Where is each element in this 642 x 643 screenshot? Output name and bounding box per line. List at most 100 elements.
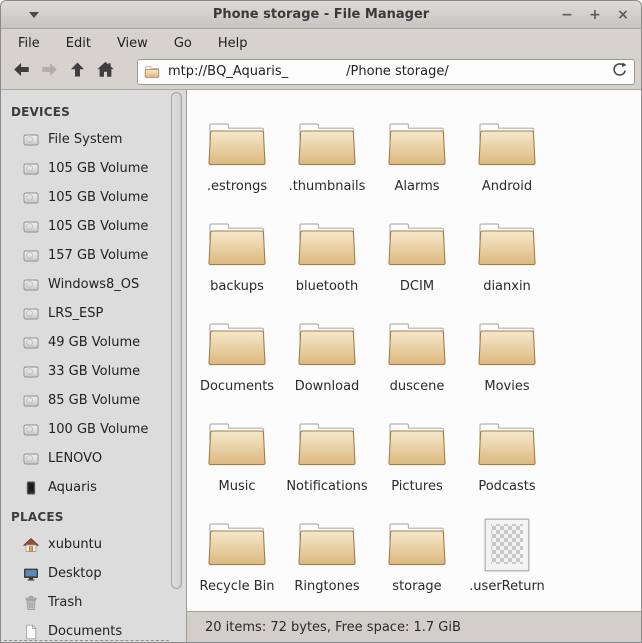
folder-icon (385, 214, 449, 272)
close-button[interactable]: × (615, 1, 631, 29)
drive-icon (23, 335, 39, 351)
file-item-backups[interactable]: backups (192, 214, 282, 314)
window-controls: − + × (559, 1, 631, 29)
file-item-music[interactable]: Music (192, 414, 282, 514)
phone-icon (23, 480, 39, 496)
file-item-label: duscene (390, 379, 445, 394)
sidebar-item-windows8-os[interactable]: Windows8_OS (1, 270, 186, 299)
sidebar-item-aquaris[interactable]: Aquaris (1, 473, 186, 502)
sidebar-item-105-gb-volume[interactable]: 105 GB Volume (1, 183, 186, 212)
file-icon (23, 624, 39, 640)
path-prefix: mtp://BQ_Aquaris_ (168, 64, 288, 79)
window-menu-icon[interactable] (29, 12, 39, 18)
sidebar-item-trash[interactable]: Trash (1, 588, 186, 617)
file-item-thumbnails[interactable]: .thumbnails (282, 114, 372, 214)
file-item-label: Notifications (286, 479, 367, 494)
sidebar-item-lenovo[interactable]: LENOVO (1, 444, 186, 473)
menubar: FileEditViewGoHelp (1, 29, 641, 57)
drive-icon (23, 364, 39, 380)
drive-icon (23, 190, 39, 206)
sidebar-item-85-gb-volume[interactable]: 85 GB Volume (1, 386, 186, 415)
file-item-recycle-bin[interactable]: Recycle Bin (192, 514, 282, 611)
folder-icon (295, 214, 359, 272)
sidebar-item-33-gb-volume[interactable]: 33 GB Volume (1, 357, 186, 386)
drive-icon (23, 219, 39, 235)
file-item-android[interactable]: Android (462, 114, 552, 214)
sidebar-item-label: Aquaris (48, 480, 97, 495)
back-button[interactable] (7, 59, 35, 85)
main-column: .estrongs .thumbnails Alarms Android backups… (187, 90, 641, 642)
folder-icon (475, 314, 539, 372)
menu-edit[interactable]: Edit (53, 32, 104, 55)
file-item-documents[interactable]: Documents (192, 314, 282, 414)
back-arrow-icon (12, 60, 31, 83)
file-item-label: .estrongs (207, 179, 267, 194)
sidebar-item-49-gb-volume[interactable]: 49 GB Volume (1, 328, 186, 357)
file-item-label: Alarms (394, 179, 439, 194)
sidebar-scrollbar[interactable] (171, 92, 182, 589)
sidebar-item-lrs-esp[interactable]: LRS_ESP (1, 299, 186, 328)
folder-icon (385, 114, 449, 172)
file-item-alarms[interactable]: Alarms (372, 114, 462, 214)
file-item-label: bluetooth (296, 279, 358, 294)
drive-icon (23, 393, 39, 409)
drive-icon (23, 277, 39, 293)
sidebar-item-xubuntu[interactable]: xubuntu (1, 530, 186, 559)
file-item-label: Ringtones (294, 579, 359, 594)
maximize-button[interactable]: + (587, 1, 603, 29)
sidebar-item-file-system[interactable]: File System (1, 125, 186, 154)
menu-help[interactable]: Help (205, 32, 261, 55)
minimize-button[interactable]: − (559, 1, 575, 29)
file-item-estrongs[interactable]: .estrongs (192, 114, 282, 214)
sidebar-item-label: 105 GB Volume (48, 219, 148, 234)
sidebar-item-label: Desktop (48, 566, 102, 581)
menu-view[interactable]: View (104, 32, 161, 55)
sidebar-section-places: PLACES (1, 502, 186, 530)
reload-button[interactable] (611, 61, 628, 82)
sidebar-item-label: 85 GB Volume (48, 393, 140, 408)
file-item-storage[interactable]: storage (372, 514, 462, 611)
sidebar-item-desktop[interactable]: Desktop (1, 559, 186, 588)
file-item-podcasts[interactable]: Podcasts (462, 414, 552, 514)
sidebar-item-105-gb-volume[interactable]: 105 GB Volume (1, 212, 186, 241)
home-icon (96, 60, 115, 83)
titlebar: Phone storage - File Manager − + × (1, 1, 641, 29)
sidebar-item-157-gb-volume[interactable]: 157 GB Volume (1, 241, 186, 270)
up-arrow-icon (68, 60, 87, 83)
file-item-pictures[interactable]: Pictures (372, 414, 462, 514)
file-item-bluetooth[interactable]: bluetooth (282, 214, 372, 314)
sidebar-item-105-gb-volume[interactable]: 105 GB Volume (1, 154, 186, 183)
sidebar-item-label: xubuntu (48, 537, 102, 552)
file-item-download[interactable]: Download (282, 314, 372, 414)
file-item-notifications[interactable]: Notifications (282, 414, 372, 514)
file-item-duscene[interactable]: duscene (372, 314, 462, 414)
menu-file[interactable]: File (5, 32, 53, 55)
home-button[interactable] (91, 59, 119, 85)
sidebar-item-label: Trash (48, 595, 82, 610)
file-item-dianxin[interactable]: dianxin (462, 214, 552, 314)
file-item-movies[interactable]: Movies (462, 314, 552, 414)
file-item-dcim[interactable]: DCIM (372, 214, 462, 314)
file-item-userreturn[interactable]: .userReturn (462, 514, 552, 611)
file-item-label: storage (392, 579, 441, 594)
forward-button[interactable] (35, 59, 63, 85)
toolbar: mtp://BQ_Aquaris_ /Phone storage/ (1, 57, 641, 90)
folder-icon (205, 114, 269, 172)
path-suffix: /Phone storage/ (346, 64, 449, 79)
sidebar-item-100-gb-volume[interactable]: 100 GB Volume (1, 415, 186, 444)
trash-icon (23, 595, 39, 611)
sidebar-item-documents[interactable]: Documents (1, 617, 186, 642)
folder-icon (295, 414, 359, 472)
folder-icon (475, 414, 539, 472)
up-button[interactable] (63, 59, 91, 85)
file-item-ringtones[interactable]: Ringtones (282, 514, 372, 611)
folder-icon (295, 314, 359, 372)
drive-icon (23, 422, 39, 438)
forward-arrow-icon (40, 60, 59, 83)
folder-icon (475, 114, 539, 172)
location-bar[interactable]: mtp://BQ_Aquaris_ /Phone storage/ (137, 59, 635, 85)
status-text: 20 items: 72 bytes, Free space: 1.7 GiB (205, 620, 461, 635)
menu-go[interactable]: Go (161, 32, 205, 55)
file-item-label: Music (219, 479, 256, 494)
file-pane[interactable]: .estrongs .thumbnails Alarms Android backups… (187, 90, 641, 611)
